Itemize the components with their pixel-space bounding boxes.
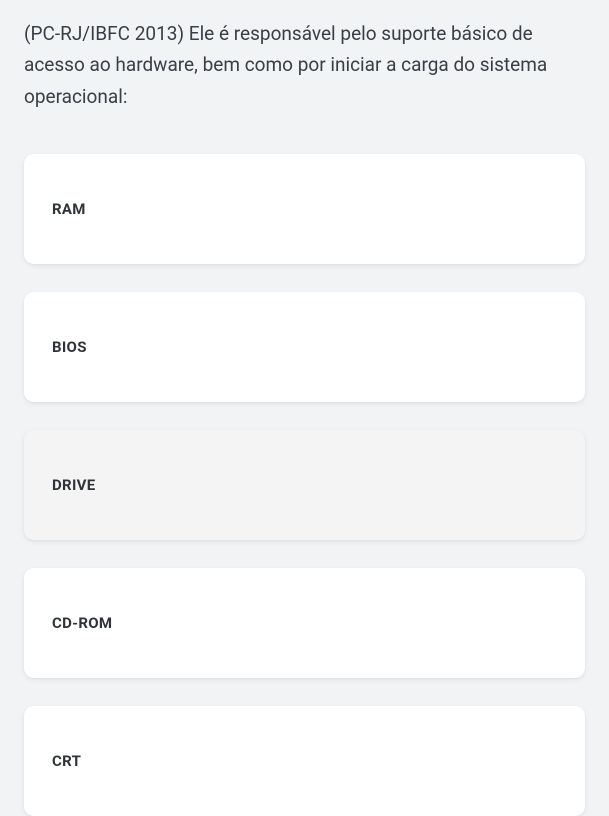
option-bios[interactable]: BIOS <box>24 292 585 402</box>
option-label: BIOS <box>52 338 557 356</box>
option-drive[interactable]: DRIVE <box>24 430 585 540</box>
option-cd-rom[interactable]: CD-ROM <box>24 568 585 678</box>
option-label: CRT <box>52 752 557 770</box>
option-ram[interactable]: RAM <box>24 154 585 264</box>
option-label: RAM <box>52 200 557 218</box>
quiz-container: (PC-RJ/IBFC 2013) Ele é responsável pelo… <box>0 0 609 816</box>
option-crt[interactable]: CRT <box>24 706 585 816</box>
option-label: DRIVE <box>52 476 557 494</box>
options-list: RAM BIOS DRIVE CD-ROM CRT <box>24 140 585 816</box>
option-label: CD-ROM <box>52 614 557 632</box>
question-text: (PC-RJ/IBFC 2013) Ele é responsável pelo… <box>24 0 585 140</box>
